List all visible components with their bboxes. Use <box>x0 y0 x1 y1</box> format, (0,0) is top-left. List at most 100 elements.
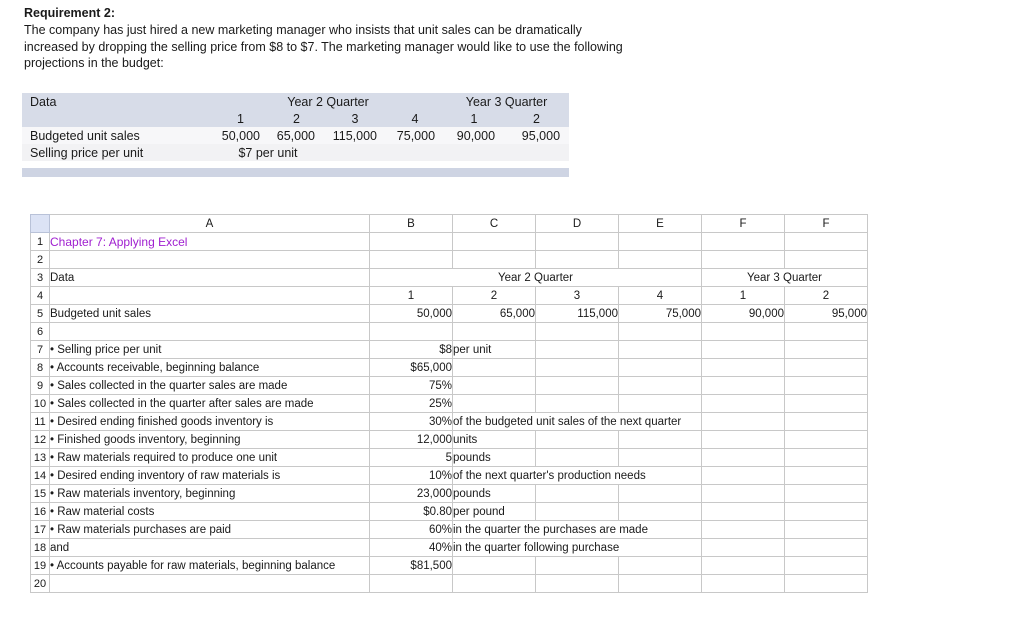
cell-f20[interactable] <box>701 574 785 593</box>
select-all-corner[interactable] <box>30 214 50 233</box>
row-header-9[interactable]: 9 <box>30 376 50 395</box>
cell-g7[interactable] <box>784 340 868 359</box>
cell-e15[interactable] <box>618 484 702 503</box>
cell-e4-quarter[interactable]: 4 <box>618 286 702 305</box>
cell-e9[interactable] <box>618 376 702 395</box>
cell-b12-value[interactable]: 12,000 <box>369 430 453 449</box>
cell-b5-value[interactable]: 50,000 <box>369 304 453 323</box>
cell-a8-label[interactable]: • Accounts receivable, beginning balance <box>49 358 370 377</box>
cell-b11-value[interactable]: 30% <box>369 412 453 431</box>
cell-d12[interactable] <box>535 430 619 449</box>
cell-e2[interactable] <box>618 250 702 269</box>
cell-g5-value[interactable]: 95,000 <box>784 304 868 323</box>
row-header-18[interactable]: 18 <box>30 538 50 557</box>
cell-a4[interactable] <box>49 286 370 305</box>
cell-c4-quarter[interactable]: 2 <box>452 286 536 305</box>
cell-f14[interactable] <box>701 466 785 485</box>
cell-c7-note[interactable]: per unit <box>452 340 536 359</box>
cell-a17-label[interactable]: • Raw materials purchases are paid <box>49 520 370 539</box>
cell-g10[interactable] <box>784 394 868 413</box>
cell-b19-value[interactable]: $81,500 <box>369 556 453 575</box>
row-header-12[interactable]: 12 <box>30 430 50 449</box>
cell-e13[interactable] <box>618 448 702 467</box>
cell-g19[interactable] <box>784 556 868 575</box>
cell-g14[interactable] <box>784 466 868 485</box>
cell-f7[interactable] <box>701 340 785 359</box>
cell-a19-label[interactable]: • Accounts payable for raw materials, be… <box>49 556 370 575</box>
cell-e6[interactable] <box>618 322 702 341</box>
cell-f17[interactable] <box>701 520 785 539</box>
cell-f19[interactable] <box>701 556 785 575</box>
cell-c15-note[interactable]: pounds <box>452 484 536 503</box>
row-header-20[interactable]: 20 <box>30 574 50 593</box>
cell-f8[interactable] <box>701 358 785 377</box>
row-header-10[interactable]: 10 <box>30 394 50 413</box>
cell-b9-value[interactable]: 75% <box>369 376 453 395</box>
cell-d8[interactable] <box>535 358 619 377</box>
cell-f11[interactable] <box>701 412 785 431</box>
row-header-2[interactable]: 2 <box>30 250 50 269</box>
cell-g20[interactable] <box>784 574 868 593</box>
cell-b16-value[interactable]: $0.80 <box>369 502 453 521</box>
cell-g18[interactable] <box>784 538 868 557</box>
cell-f15[interactable] <box>701 484 785 503</box>
cell-a5-label[interactable]: Budgeted unit sales <box>49 304 370 323</box>
row-header-19[interactable]: 19 <box>30 556 50 575</box>
excel-spreadsheet[interactable]: A B C D E F F 1 Chapter 7: Applying Exce… <box>30 214 868 593</box>
cell-e19[interactable] <box>618 556 702 575</box>
cell-c20-note[interactable] <box>452 574 536 593</box>
row-header-13[interactable]: 13 <box>30 448 50 467</box>
cell-f2[interactable] <box>701 250 785 269</box>
cell-d1[interactable] <box>535 232 619 251</box>
cell-b4-quarter[interactable]: 1 <box>369 286 453 305</box>
cell-f18[interactable] <box>701 538 785 557</box>
cell-b6[interactable] <box>369 322 453 341</box>
column-header-f1[interactable]: F <box>701 214 785 233</box>
column-header-f2[interactable]: F <box>784 214 868 233</box>
cell-e16[interactable] <box>618 502 702 521</box>
cell-g2[interactable] <box>784 250 868 269</box>
cell-b20-value[interactable] <box>369 574 453 593</box>
cell-g4-quarter[interactable]: 2 <box>784 286 868 305</box>
cell-a10-label[interactable]: • Sales collected in the quarter after s… <box>49 394 370 413</box>
row-header-17[interactable]: 17 <box>30 520 50 539</box>
cell-c16-note[interactable]: per pound <box>452 502 536 521</box>
cell-g17[interactable] <box>784 520 868 539</box>
cell-a14-label[interactable]: • Desired ending inventory of raw materi… <box>49 466 370 485</box>
cell-g1[interactable] <box>784 232 868 251</box>
cell-f9[interactable] <box>701 376 785 395</box>
cell-d16[interactable] <box>535 502 619 521</box>
cell-d6[interactable] <box>535 322 619 341</box>
row-header-7[interactable]: 7 <box>30 340 50 359</box>
cell-c14-note[interactable]: of the next quarter's production needs <box>452 466 702 485</box>
row-header-16[interactable]: 16 <box>30 502 50 521</box>
row-header-11[interactable]: 11 <box>30 412 50 431</box>
cell-e7[interactable] <box>618 340 702 359</box>
cell-b7-value[interactable]: $8 <box>369 340 453 359</box>
row-header-14[interactable]: 14 <box>30 466 50 485</box>
cell-c5-value[interactable]: 65,000 <box>452 304 536 323</box>
cell-a11-label[interactable]: • Desired ending finished goods inventor… <box>49 412 370 431</box>
cell-f12[interactable] <box>701 430 785 449</box>
cell-a12-label[interactable]: • Finished goods inventory, beginning <box>49 430 370 449</box>
row-header-8[interactable]: 8 <box>30 358 50 377</box>
cell-group-year2[interactable]: Year 2 Quarter <box>369 268 702 287</box>
column-header-c[interactable]: C <box>452 214 536 233</box>
cell-b8-value[interactable]: $65,000 <box>369 358 453 377</box>
cell-b18-value[interactable]: 40% <box>369 538 453 557</box>
cell-e20[interactable] <box>618 574 702 593</box>
cell-c12-note[interactable]: units <box>452 430 536 449</box>
cell-c13-note[interactable]: pounds <box>452 448 536 467</box>
row-header-4[interactable]: 4 <box>30 286 50 305</box>
cell-a16-label[interactable]: • Raw material costs <box>49 502 370 521</box>
cell-a6[interactable] <box>49 322 370 341</box>
cell-a20-label[interactable] <box>49 574 370 593</box>
cell-e5-value[interactable]: 75,000 <box>618 304 702 323</box>
cell-b13-value[interactable]: 5 <box>369 448 453 467</box>
cell-g15[interactable] <box>784 484 868 503</box>
row-header-6[interactable]: 6 <box>30 322 50 341</box>
cell-d5-value[interactable]: 115,000 <box>535 304 619 323</box>
cell-c19-note[interactable] <box>452 556 536 575</box>
cell-c17-note[interactable]: in the quarter the purchases are made <box>452 520 702 539</box>
cell-c11-note[interactable]: of the budgeted unit sales of the next q… <box>452 412 702 431</box>
